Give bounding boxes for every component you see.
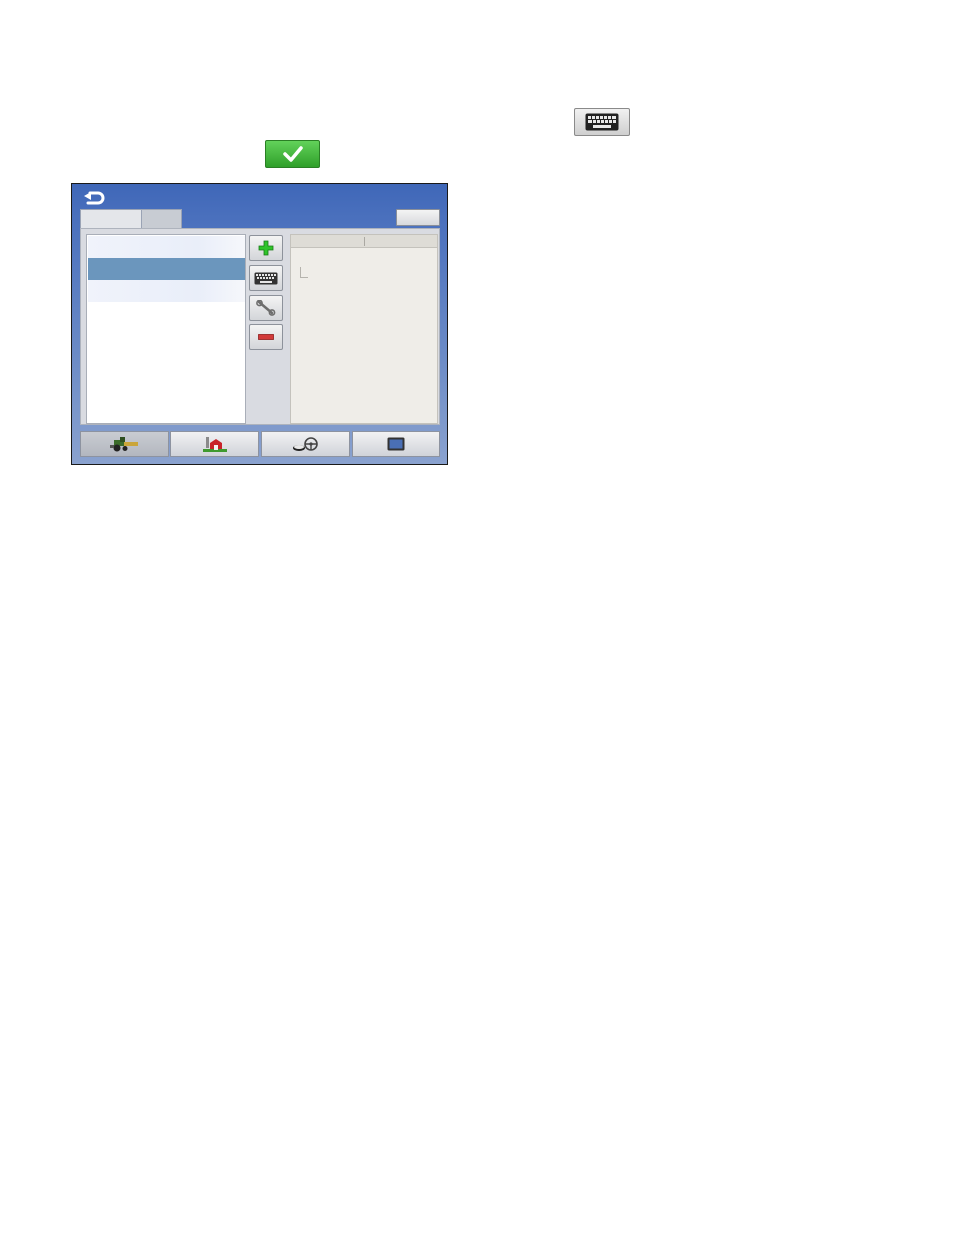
checkmark-icon xyxy=(282,146,303,162)
rename-button[interactable] xyxy=(249,265,283,291)
display-icon xyxy=(387,437,405,451)
content-panel xyxy=(80,228,440,425)
wrench-icon xyxy=(256,300,276,316)
display-screen xyxy=(71,183,448,465)
plus-icon xyxy=(258,240,274,256)
guidance-icon xyxy=(292,437,318,451)
keyboard-icon xyxy=(585,113,619,131)
tab-2[interactable] xyxy=(141,209,182,228)
edit-button[interactable] xyxy=(249,295,283,321)
minus-icon xyxy=(258,334,274,340)
nav-farm-tab[interactable] xyxy=(170,431,259,457)
list-item[interactable] xyxy=(88,280,245,302)
nav-guidance-tab[interactable] xyxy=(261,431,350,457)
list-item-selected[interactable] xyxy=(88,258,245,280)
list-item[interactable] xyxy=(88,236,245,258)
tree-connector xyxy=(300,267,308,278)
back-button[interactable] xyxy=(80,188,108,208)
keyboard-icon xyxy=(254,272,278,284)
nav-vehicle-tab[interactable] xyxy=(80,431,169,457)
nav-display-tab[interactable] xyxy=(352,431,440,457)
remove-button[interactable] xyxy=(249,324,283,350)
detail-tree-panel xyxy=(290,234,438,424)
column-divider xyxy=(364,237,365,246)
accept-button[interactable] xyxy=(265,140,320,168)
vehicle-icon xyxy=(109,437,138,452)
configuration-list[interactable] xyxy=(86,234,246,424)
top-right-button[interactable] xyxy=(396,209,440,226)
farm-icon xyxy=(202,437,227,452)
back-arrow-icon xyxy=(84,191,105,205)
keyboard-button[interactable] xyxy=(574,108,630,136)
tab-1[interactable] xyxy=(80,209,142,228)
add-button[interactable] xyxy=(249,235,283,261)
